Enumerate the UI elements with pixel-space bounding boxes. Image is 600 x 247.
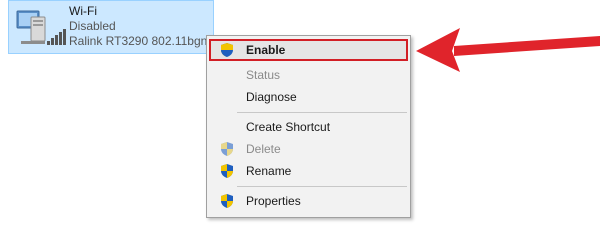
adapter-name: Wi-Fi bbox=[69, 4, 97, 18]
menu-item-delete[interactable]: Delete bbox=[209, 138, 408, 160]
menu-item-create-shortcut[interactable]: Create Shortcut bbox=[209, 116, 408, 138]
uac-shield-icon bbox=[221, 43, 233, 57]
menu-item-diagnose[interactable]: Diagnose bbox=[209, 86, 408, 108]
adapter-status: Disabled bbox=[69, 19, 116, 33]
menu-item-label: Diagnose bbox=[246, 90, 297, 104]
menu-separator bbox=[237, 112, 407, 113]
context-menu: Enable Status Diagnose Create Shortcut D… bbox=[206, 35, 411, 218]
menu-item-label: Delete bbox=[246, 142, 281, 156]
menu-item-label: Enable bbox=[246, 43, 286, 57]
menu-item-label: Properties bbox=[246, 194, 301, 208]
menu-item-status[interactable]: Status bbox=[209, 64, 408, 86]
menu-item-properties[interactable]: Properties bbox=[209, 190, 408, 212]
uac-shield-icon bbox=[221, 194, 233, 208]
network-adapter-icon bbox=[16, 10, 66, 45]
uac-shield-icon bbox=[221, 142, 233, 156]
menu-item-enable[interactable]: Enable bbox=[209, 39, 408, 61]
menu-item-label: Status bbox=[246, 68, 281, 82]
annotation-arrow-icon bbox=[416, 28, 600, 72]
menu-item-rename[interactable]: Rename bbox=[209, 160, 408, 182]
menu-separator bbox=[237, 186, 407, 187]
wifi-adapter-tile[interactable]: Wi-Fi Disabled Ralink RT3290 802.11bgn bbox=[8, 0, 214, 54]
menu-item-label: Create Shortcut bbox=[246, 120, 331, 134]
uac-shield-icon bbox=[221, 164, 233, 178]
adapter-device-name: Ralink RT3290 802.11bgn bbox=[69, 34, 208, 48]
menu-item-label: Rename bbox=[246, 164, 292, 178]
